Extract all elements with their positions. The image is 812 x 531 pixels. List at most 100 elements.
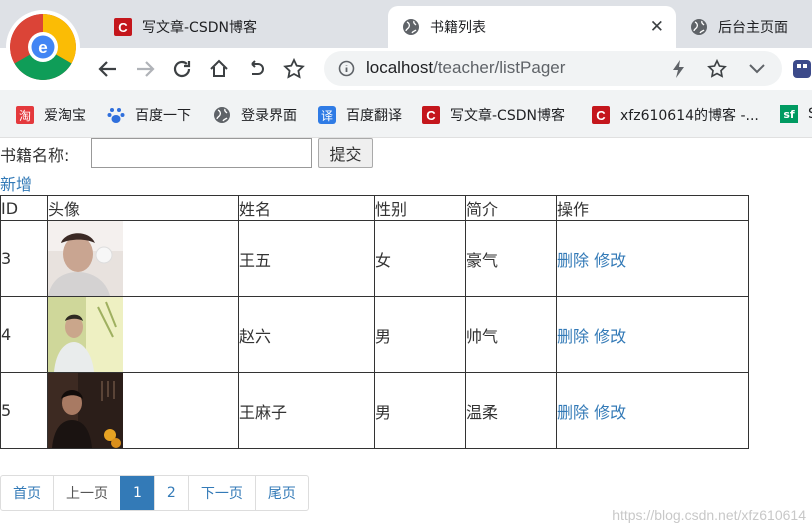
cell-gender: 男: [374, 372, 466, 449]
globe-icon: [213, 106, 231, 124]
pager-first[interactable]: 首页: [1, 476, 53, 510]
edit-link[interactable]: 修改: [594, 403, 626, 422]
cell-name: 王五: [238, 220, 375, 297]
bookmark-label: S: [808, 106, 812, 122]
browser-toolbar: localhost/teacher/listPager: [0, 48, 812, 90]
tab-title: 书籍列表: [430, 20, 486, 36]
pager-last[interactable]: 尾页: [254, 476, 308, 510]
delete-link[interactable]: 删除: [557, 403, 589, 422]
svg-text:e: e: [38, 38, 47, 57]
pager-page-2[interactable]: 2: [153, 476, 188, 510]
cell-gender: 男: [374, 296, 466, 373]
taobao-icon: 淘: [16, 106, 34, 124]
table-row: 3 王五 女 豪气 删除 修改: [0, 220, 749, 297]
cell-id: 5: [0, 372, 48, 449]
cell-actions: 删除 修改: [556, 296, 749, 373]
csdn-icon: C: [114, 18, 132, 36]
extension-icon[interactable]: [792, 58, 812, 84]
pager-prev[interactable]: 上一页: [53, 476, 120, 510]
bookmarks-bar: 淘 爱淘宝 百度一下 登录界面 译 百度翻译 C 写文章-CSDN博客 C xf…: [0, 98, 812, 132]
globe-icon: [402, 18, 420, 36]
chrome-logo-icon: e: [10, 14, 76, 80]
browser-chrome: e C 写文章-CSDN博客 书籍列表 ✕ 后台主页面 localhost/te…: [0, 0, 812, 137]
cell-intro: 豪气: [465, 220, 557, 297]
cell-id: 3: [0, 220, 48, 297]
bookmark-sf[interactable]: sf S: [780, 105, 812, 123]
cell-intro: 温柔: [465, 372, 557, 449]
close-tab-icon[interactable]: ✕: [650, 17, 664, 37]
home-icon[interactable]: [204, 54, 234, 84]
edit-link[interactable]: 修改: [594, 327, 626, 346]
tab-csdn-write[interactable]: C 写文章-CSDN博客: [114, 6, 364, 48]
search-label: 书籍名称:: [0, 146, 70, 165]
avatar-image: [48, 373, 123, 448]
tab-title: 后台主页面: [718, 20, 788, 36]
header-id: ID: [0, 195, 48, 221]
pager-next[interactable]: 下一页: [187, 476, 255, 510]
cell-avatar: [47, 220, 239, 297]
undo-icon[interactable]: [241, 54, 271, 84]
table-row: 5 王麻子 男 温柔 删除 修改: [0, 372, 749, 449]
baidu-paw-icon: [107, 106, 125, 124]
cell-name: 王麻子: [238, 372, 375, 449]
csdn-icon: C: [422, 106, 440, 124]
delete-link[interactable]: 删除: [557, 251, 589, 270]
bookmark-csdn-write[interactable]: C 写文章-CSDN博客: [422, 105, 565, 125]
bookmark-label: 登录界面: [241, 108, 297, 124]
chevron-down-icon[interactable]: [748, 61, 766, 80]
cell-id: 4: [0, 296, 48, 373]
cell-gender: 女: [374, 220, 466, 297]
pager-page-1[interactable]: 1: [120, 476, 154, 510]
cell-actions: 删除 修改: [556, 220, 749, 297]
bookmark-label: 百度翻译: [346, 108, 402, 124]
table-row: 4 赵六 男 帅气 删除 修改: [0, 296, 749, 373]
avatar-image: [48, 297, 123, 372]
back-arrow-icon[interactable]: [93, 54, 123, 84]
forward-arrow-icon[interactable]: [130, 54, 160, 84]
page-content: 书籍名称: 提交 新增 ID 头像 姓名 性别 简介 操作 3 王五 女 豪气 …: [0, 137, 812, 531]
bookmark-baidu[interactable]: 百度一下: [107, 105, 191, 125]
globe-icon: [690, 18, 708, 36]
avatar-image: [48, 221, 123, 296]
info-icon[interactable]: [338, 60, 355, 81]
reload-icon[interactable]: [167, 54, 197, 84]
bookmark-baidu-translate[interactable]: 译 百度翻译: [318, 105, 402, 125]
translate-icon: 译: [318, 106, 336, 124]
table-header-row: ID 头像 姓名 性别 简介 操作: [0, 195, 749, 221]
bookmark-login[interactable]: 登录界面: [213, 105, 297, 125]
cell-avatar: [47, 296, 239, 373]
header-avatar: 头像: [47, 195, 239, 221]
bookmark-label: 写文章-CSDN博客: [450, 108, 565, 124]
address-bar[interactable]: localhost/teacher/listPager: [324, 51, 782, 86]
bookmark-label: xfz610614的博客 -...: [620, 108, 759, 124]
pagination: 首页 上一页 1 2 下一页 尾页: [0, 475, 309, 511]
bookmark-taobao[interactable]: 淘 爱淘宝: [16, 105, 86, 125]
cell-intro: 帅气: [465, 296, 557, 373]
tab-title: 写文章-CSDN博客: [142, 20, 257, 36]
header-name: 姓名: [238, 195, 375, 221]
sf-icon: sf: [780, 105, 798, 123]
lightning-extension-icon[interactable]: [670, 59, 688, 83]
add-link[interactable]: 新增: [0, 171, 32, 195]
delete-link[interactable]: 删除: [557, 327, 589, 346]
edit-link[interactable]: 修改: [594, 251, 626, 270]
cell-actions: 删除 修改: [556, 372, 749, 449]
address-url: localhost/teacher/listPager: [366, 58, 566, 77]
bookmark-star-icon[interactable]: [279, 54, 309, 84]
watermark: https://blog.csdn.net/xfz610614: [612, 507, 806, 523]
book-name-input[interactable]: [91, 138, 312, 168]
cell-avatar: [47, 372, 239, 449]
tab-admin-home[interactable]: 后台主页面: [690, 6, 812, 48]
header-actions: 操作: [556, 195, 749, 221]
submit-button[interactable]: 提交: [318, 138, 373, 168]
header-gender: 性别: [374, 195, 466, 221]
star-icon[interactable]: [707, 58, 727, 83]
tab-book-list[interactable]: 书籍列表 ✕: [388, 6, 676, 48]
header-intro: 简介: [465, 195, 557, 221]
data-table: ID 头像 姓名 性别 简介 操作 3 王五 女 豪气 删除 修改 4 赵六 男…: [0, 195, 749, 449]
bookmark-label: 百度一下: [135, 108, 191, 124]
cell-name: 赵六: [238, 296, 375, 373]
csdn-icon: C: [592, 106, 610, 124]
bookmark-label: 爱淘宝: [44, 108, 86, 124]
bookmark-csdn-blog[interactable]: C xfz610614的博客 -...: [592, 105, 759, 125]
